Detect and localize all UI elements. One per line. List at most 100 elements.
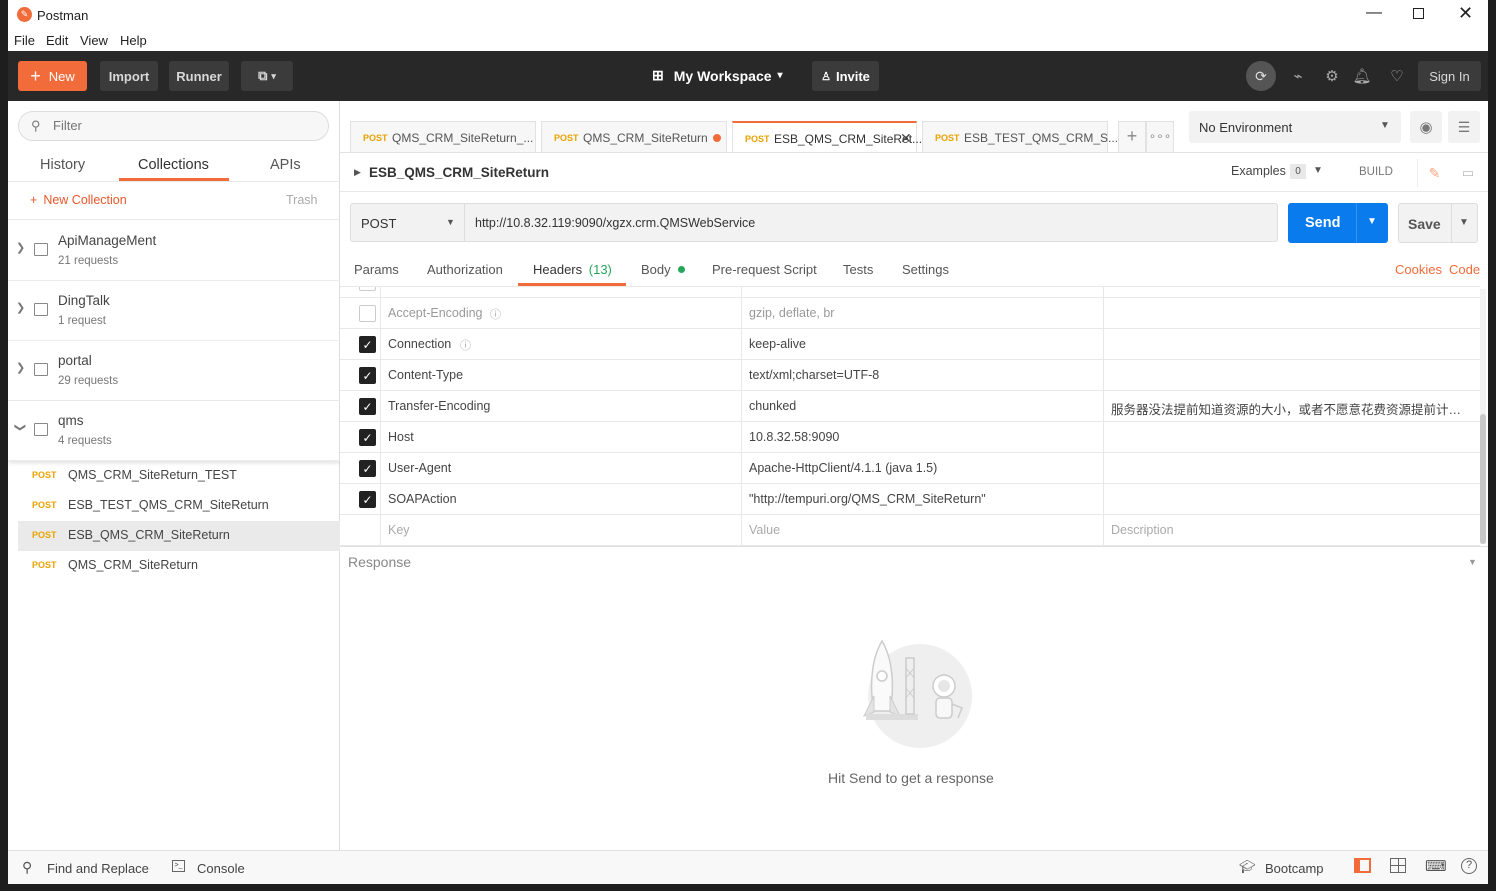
info-icon[interactable]: ⓘ [490,306,501,322]
maximize-button[interactable] [1413,8,1424,19]
find-replace-button[interactable]: Find and Replace [47,861,149,876]
header-checkbox[interactable]: ✓ [359,398,376,415]
close-tab-icon[interactable]: ✕ [900,130,912,147]
tab-pre-request-script[interactable]: Pre-request Script [712,262,817,277]
sync-icon[interactable]: ⟳ [1246,61,1276,91]
pencil-icon[interactable]: ✎ [1417,159,1451,187]
header-key[interactable]: Accept-Encoding [388,306,483,320]
runner-button[interactable]: Runner [169,61,229,91]
new-tab-button[interactable]: + [1118,121,1146,153]
tab-body[interactable]: Body [641,262,686,277]
header-value[interactable]: Apache-HttpClient/4.1.1 (java 1.5) [749,461,937,475]
header-checkbox[interactable]: ✓ [359,460,376,477]
console-button[interactable]: Console [197,861,245,876]
header-key[interactable]: Transfer-Encoding [388,399,490,413]
request-title[interactable]: ESB_QMS_CRM_SiteReturn [369,165,549,180]
collection-dingtalk[interactable]: ❯ DingTalk 1 request [8,281,340,341]
new-description-input[interactable]: Description [1111,523,1471,537]
request-item[interactable]: POST ESB_TEST_QMS_CRM_SiteReturn [18,491,340,521]
info-icon[interactable]: ⓘ [460,337,471,353]
new-collection-button[interactable]: + New Collection [30,193,127,207]
gear-icon[interactable]: ⚙ [1320,64,1344,88]
header-checkbox[interactable] [359,305,376,322]
request-tab-active[interactable]: POST ESB_QMS_CRM_SiteRet... ✕ [732,121,922,153]
comment-icon[interactable]: ▭ [1451,159,1485,187]
header-key[interactable]: Content-Type [388,368,463,382]
filter-input[interactable] [53,118,313,133]
bootcamp-button[interactable]: Bootcamp [1265,861,1324,876]
header-description[interactable]: 服务器没法提前知道资源的大小，或者不愿意花费资源提前计算资... [1111,399,1471,418]
tab-apis[interactable]: APIs [270,157,301,173]
request-item[interactable]: POST QMS_CRM_SiteReturn_TEST [18,461,340,491]
layout-icon[interactable] [1390,858,1406,873]
scrollbar-track[interactable] [1480,289,1486,544]
menu-file[interactable]: File [14,33,35,48]
header-checkbox[interactable]: ✓ [359,367,376,384]
request-tab[interactable]: POST QMS_CRM_SiteReturn [541,121,727,153]
cookies-link[interactable]: Cookies [1395,262,1442,277]
import-button[interactable]: Import [100,61,158,91]
header-value[interactable]: chunked [749,399,796,413]
minimize-button[interactable]: — [1366,4,1382,22]
eye-button[interactable]: ◉ [1410,111,1442,143]
request-item-selected[interactable]: POST ESB_QMS_CRM_SiteReturn [18,521,340,551]
code-link[interactable]: Code [1449,262,1480,277]
header-key[interactable]: Connection [388,337,451,351]
tab-collections[interactable]: Collections [138,157,209,173]
keyboard-icon[interactable]: ⌨ [1425,857,1447,875]
header-checkbox[interactable]: ✓ [359,429,376,446]
heart-icon[interactable]: ♡ [1385,64,1409,88]
new-value-input[interactable]: Value [749,523,780,537]
menu-view[interactable]: View [80,33,108,48]
url-input[interactable]: http://10.8.32.119:9090/xgzx.crm.QMSWebS… [465,203,1278,242]
bell-icon[interactable]: 🔔︎ [1350,64,1374,88]
collection-qms[interactable]: ❯ qms 4 requests [8,401,340,461]
new-button[interactable]: + New [18,61,87,91]
scrollbar-thumb[interactable] [1480,414,1486,544]
new-key-input[interactable]: Key [388,523,410,537]
request-tab[interactable]: POST ESB_TEST_QMS_CRM_S... [922,121,1118,153]
menu-help[interactable]: Help [120,33,147,48]
header-value[interactable]: keep-alive [749,337,806,351]
header-value[interactable]: gzip, deflate, br [749,306,834,320]
send-button[interactable]: Send ▼ [1288,203,1388,243]
header-checkbox[interactable] [359,287,376,291]
tab-headers[interactable]: Headers (13) [533,262,612,277]
tab-authorization[interactable]: Authorization [427,262,503,277]
more-tabs-button[interactable]: ∘∘∘ [1146,121,1174,153]
tab-params[interactable]: Params [354,262,399,277]
new-window-button[interactable]: ⧉ ▾ [241,61,293,91]
workspace-selector[interactable]: ⊞ My Workspace ▾ [652,67,783,84]
header-value[interactable]: text/xml;charset=UTF-8 [749,368,879,382]
menu-edit[interactable]: Edit [46,33,68,48]
collection-portal[interactable]: ❯ portal 29 requests [8,341,340,401]
chevron-down-icon[interactable]: ▼ [1468,557,1477,567]
help-icon[interactable]: ? [1461,858,1477,874]
trash-button[interactable]: Trash [286,193,318,207]
caret-right-icon[interactable]: ▶ [354,167,361,178]
chevron-down-icon[interactable]: ▼ [1367,216,1377,227]
examples-label[interactable]: Examples [1231,164,1286,178]
env-settings-button[interactable]: ☰ [1448,111,1480,143]
collection-apimanagement[interactable]: ❯ ApiManageMent 21 requests [8,221,340,281]
response-label[interactable]: Response [348,554,411,570]
header-key[interactable]: SOAPAction [388,492,457,506]
interceptor-icon[interactable]: ⌁ [1286,64,1310,88]
save-button[interactable]: Save ▼ [1398,203,1478,243]
header-value[interactable]: 10.8.32.58:9090 [749,430,839,444]
tab-tests[interactable]: Tests [843,262,873,277]
header-key[interactable]: Host [388,430,414,444]
header-value[interactable]: "http://tempuri.org/QMS_CRM_SiteReturn" [749,492,986,506]
request-item[interactable]: POST QMS_CRM_SiteReturn [18,551,340,581]
two-pane-icon[interactable] [1354,858,1371,873]
sign-in-button[interactable]: Sign In [1418,61,1481,91]
header-checkbox[interactable]: ✓ [359,336,376,353]
filter-box[interactable]: ⚲ [18,111,329,141]
chevron-down-icon[interactable]: ▼ [1313,165,1323,176]
header-key[interactable]: User-Agent [388,461,451,475]
tab-history[interactable]: History [40,157,85,173]
invite-button[interactable]: ♙ Invite [812,61,879,91]
chevron-down-icon[interactable]: ▼ [1459,217,1469,228]
request-tab[interactable]: POST QMS_CRM_SiteReturn_... [350,121,536,153]
header-checkbox[interactable]: ✓ [359,491,376,508]
